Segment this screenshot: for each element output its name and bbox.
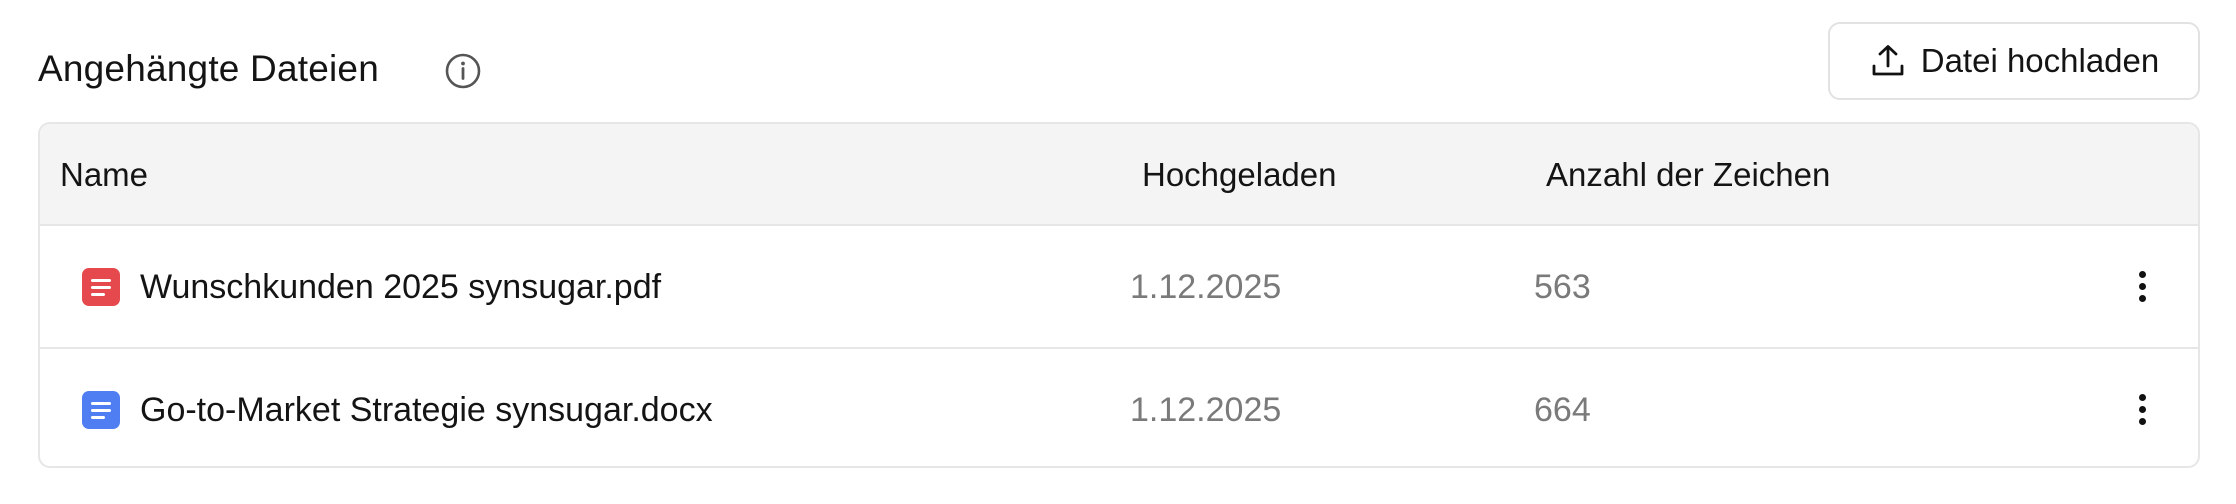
info-circle-icon[interactable] [444,52,482,90]
upload-icon [1872,45,1904,76]
table-row[interactable]: Wunschkunden 2025 synsugar.pdf 1.12.2025… [40,226,2198,349]
file-name[interactable]: Wunschkunden 2025 synsugar.pdf [140,268,661,307]
table-header: Name Hochgeladen Anzahl der Zeichen [40,124,2198,226]
column-header-name[interactable]: Name [60,156,148,194]
table-row[interactable]: Go-to-Market Strategie synsugar.docx 1.1… [40,349,2198,466]
column-header-uploaded[interactable]: Hochgeladen [1142,156,1337,194]
file-name[interactable]: Go-to-Market Strategie synsugar.docx [140,391,713,430]
section-title: Angehängte Dateien [38,48,379,89]
attached-files-header: Angehängte Dateien Datei hochladen [38,22,2200,100]
column-header-chars[interactable]: Anzahl der Zeichen [1546,156,1830,194]
upload-file-button[interactable]: Datei hochladen [1828,22,2200,100]
docx-file-icon [82,391,120,429]
uploaded-date: 1.12.2025 [1130,268,1282,306]
more-vertical-icon[interactable] [2120,264,2164,308]
pdf-file-icon [82,268,120,306]
char-count: 563 [1534,268,1591,306]
upload-button-label: Datei hochladen [1920,42,2160,79]
files-table: Name Hochgeladen Anzahl der Zeichen Wuns… [38,122,2200,468]
char-count: 664 [1534,391,1591,429]
uploaded-date: 1.12.2025 [1130,391,1282,429]
more-vertical-icon[interactable] [2120,387,2164,431]
